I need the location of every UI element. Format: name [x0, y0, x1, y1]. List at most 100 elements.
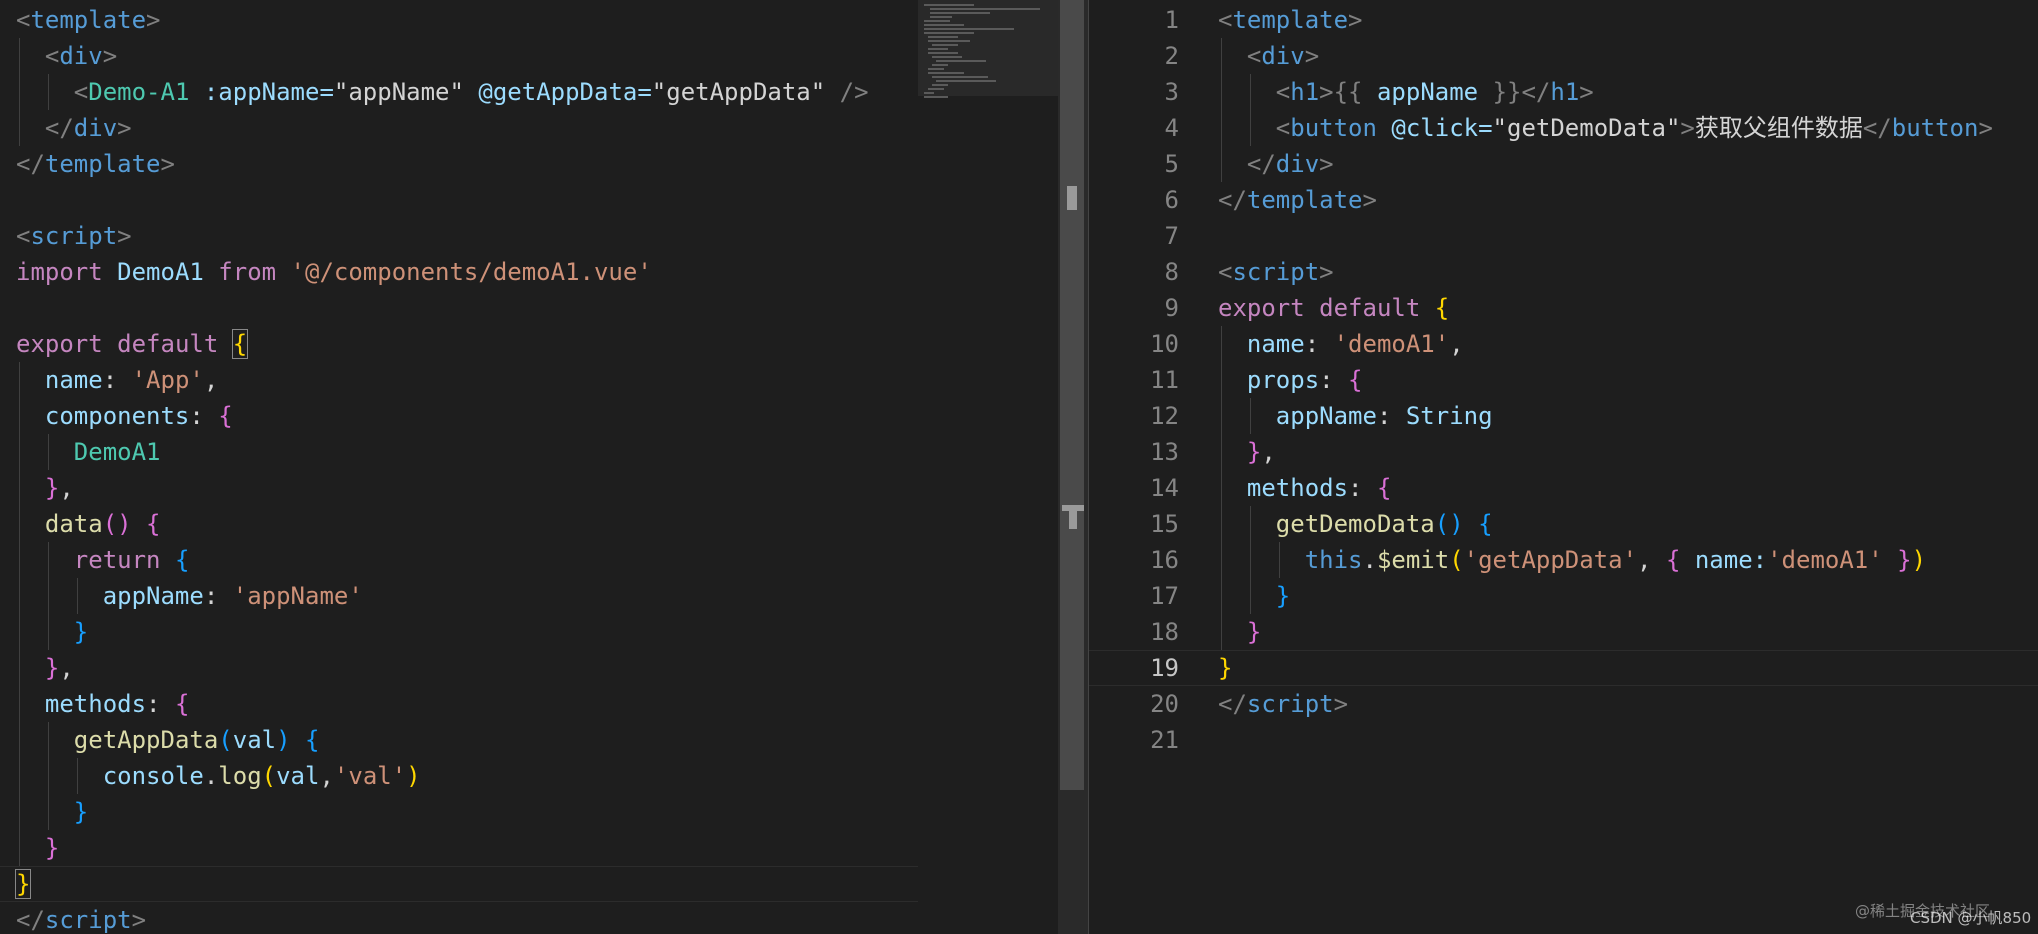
code-token: DemoA1: [102, 258, 219, 286]
code-token: <: [1218, 6, 1233, 34]
code-line[interactable]: [0, 182, 918, 218]
code-line[interactable]: },: [0, 650, 918, 686]
code-line[interactable]: <div>: [0, 38, 918, 74]
line-number: 12: [1150, 402, 1179, 430]
code-line[interactable]: 18}: [1089, 614, 2038, 650]
code-line[interactable]: getAppData(val) {: [0, 722, 918, 758]
minimap[interactable]: [918, 0, 1058, 934]
code-line[interactable]: appName: 'appName': [0, 578, 918, 614]
code-token: >: [1319, 258, 1334, 286]
code-text: }: [1218, 650, 1232, 686]
code-token: ,: [1637, 546, 1666, 574]
code-token: (: [261, 762, 277, 790]
code-token: this: [1304, 546, 1363, 574]
code-text: methods: {: [45, 686, 190, 722]
code-line[interactable]: import DemoA1 from '@/components/demoA1.…: [0, 254, 918, 290]
code-line[interactable]: 1 <template>: [1089, 2, 2038, 38]
code-line[interactable]: 14 methods: {: [1089, 470, 2038, 506]
code-token: div: [1261, 42, 1305, 70]
line-number: 5: [1164, 150, 1179, 178]
code-token: (): [102, 510, 132, 538]
code-token: data: [44, 510, 103, 538]
code-line[interactable]: 16 this.$emit('getAppData', { name:'demoA…: [1089, 542, 2038, 578]
split-handle-grip-icon[interactable]: [1069, 511, 1077, 529]
code-line[interactable]: components: {: [0, 398, 918, 434]
code-token: ,: [319, 762, 334, 790]
code-line[interactable]: 12 appName: String: [1089, 398, 2038, 434]
code-line[interactable]: 19}: [1089, 650, 2038, 686]
code-line[interactable]: 21: [1089, 722, 2038, 758]
code-token: </: [1246, 150, 1276, 178]
code-line[interactable]: 9 export default {: [1089, 290, 2038, 326]
code-line[interactable]: 2 <div>: [1089, 38, 2038, 74]
code-line[interactable]: }: [0, 614, 918, 650]
code-text: export default {: [1218, 290, 1449, 326]
code-token: {{: [1333, 78, 1377, 106]
code-line[interactable]: 6 </template>: [1089, 182, 2038, 218]
code-line[interactable]: 8 <script>: [1089, 254, 2038, 290]
code-line[interactable]: name: 'App',: [0, 362, 918, 398]
code-token: {: [146, 510, 161, 538]
code-token: .: [1362, 546, 1377, 574]
right-editor[interactable]: 1 <template> 2 <div> 3 <h1>{{ appName }}</h1>…: [1089, 0, 2038, 934]
code-line[interactable]: 11 props: {: [1089, 362, 2038, 398]
code-line[interactable]: data() {: [0, 506, 918, 542]
code-token: </: [1862, 114, 1892, 142]
line-number: 9: [1164, 294, 1179, 322]
code-token: </: [16, 906, 45, 934]
line-number: 2: [1164, 42, 1179, 70]
code-line[interactable]: 15 getDemoData() {: [1089, 506, 2038, 542]
left-editor[interactable]: <template> <div> <Demo-A1 :appName="appNam…: [0, 0, 918, 934]
code-line[interactable]: [0, 290, 918, 326]
code-line[interactable]: </script>: [0, 902, 918, 934]
code-line[interactable]: 10 name: 'demoA1',: [1089, 326, 2038, 362]
code-line[interactable]: 5 </div>: [1089, 146, 2038, 182]
code-token: <: [16, 222, 31, 250]
code-token: val: [232, 726, 277, 754]
code-text: console.log(val,'val'): [103, 758, 421, 794]
code-token: return: [73, 546, 161, 574]
code-token: {: [1478, 510, 1493, 538]
code-line[interactable]: export default {: [0, 326, 918, 362]
code-text: },: [45, 650, 74, 686]
code-token: console: [102, 762, 204, 790]
code-line[interactable]: </template>: [0, 146, 918, 182]
code-token: (: [218, 726, 233, 754]
code-line[interactable]: </div>: [0, 110, 918, 146]
code-line[interactable]: 7: [1089, 218, 2038, 254]
code-line[interactable]: },: [0, 470, 918, 506]
code-line[interactable]: 17}: [1089, 578, 2038, 614]
code-text: }: [1247, 614, 1261, 650]
code-line[interactable]: }: [0, 830, 918, 866]
code-token: {: [305, 726, 320, 754]
code-token: default: [1304, 294, 1435, 322]
code-line[interactable]: <template>: [0, 2, 918, 38]
code-token: >: [146, 6, 161, 34]
code-text: methods: {: [1247, 470, 1392, 506]
code-line[interactable]: <script>: [0, 218, 918, 254]
code-line[interactable]: 3 <h1>{{ appName }}</h1>: [1089, 74, 2038, 110]
code-token: {: [1434, 294, 1450, 322]
code-token: 'App': [131, 366, 204, 394]
code-line[interactable]: }: [0, 866, 918, 902]
code-line[interactable]: }: [0, 794, 918, 830]
code-text: </template>: [16, 146, 175, 182]
line-number: 17: [1150, 582, 1179, 610]
code-line[interactable]: 4 <button @click="getDemoData">获取父组件数据</b…: [1089, 110, 2038, 146]
code-line[interactable]: <Demo-A1 :appName="appName" @getAppData=…: [0, 74, 918, 110]
code-line[interactable]: console.log(val,'val'): [0, 758, 918, 794]
code-token: }: [44, 654, 60, 682]
scrollbar-thumb[interactable]: [1060, 0, 1084, 790]
code-token: }: [1897, 546, 1912, 574]
code-text: DemoA1: [74, 434, 161, 470]
code-line[interactable]: 20 </script>: [1089, 686, 2038, 722]
code-line[interactable]: DemoA1: [0, 434, 918, 470]
code-line[interactable]: return {: [0, 542, 918, 578]
code-token: log: [218, 762, 262, 790]
code-token: ): [1911, 546, 1927, 574]
code-token: :: [1376, 402, 1406, 430]
code-line[interactable]: methods: {: [0, 686, 918, 722]
code-text: return {: [74, 542, 190, 578]
code-line[interactable]: 13},: [1089, 434, 2038, 470]
